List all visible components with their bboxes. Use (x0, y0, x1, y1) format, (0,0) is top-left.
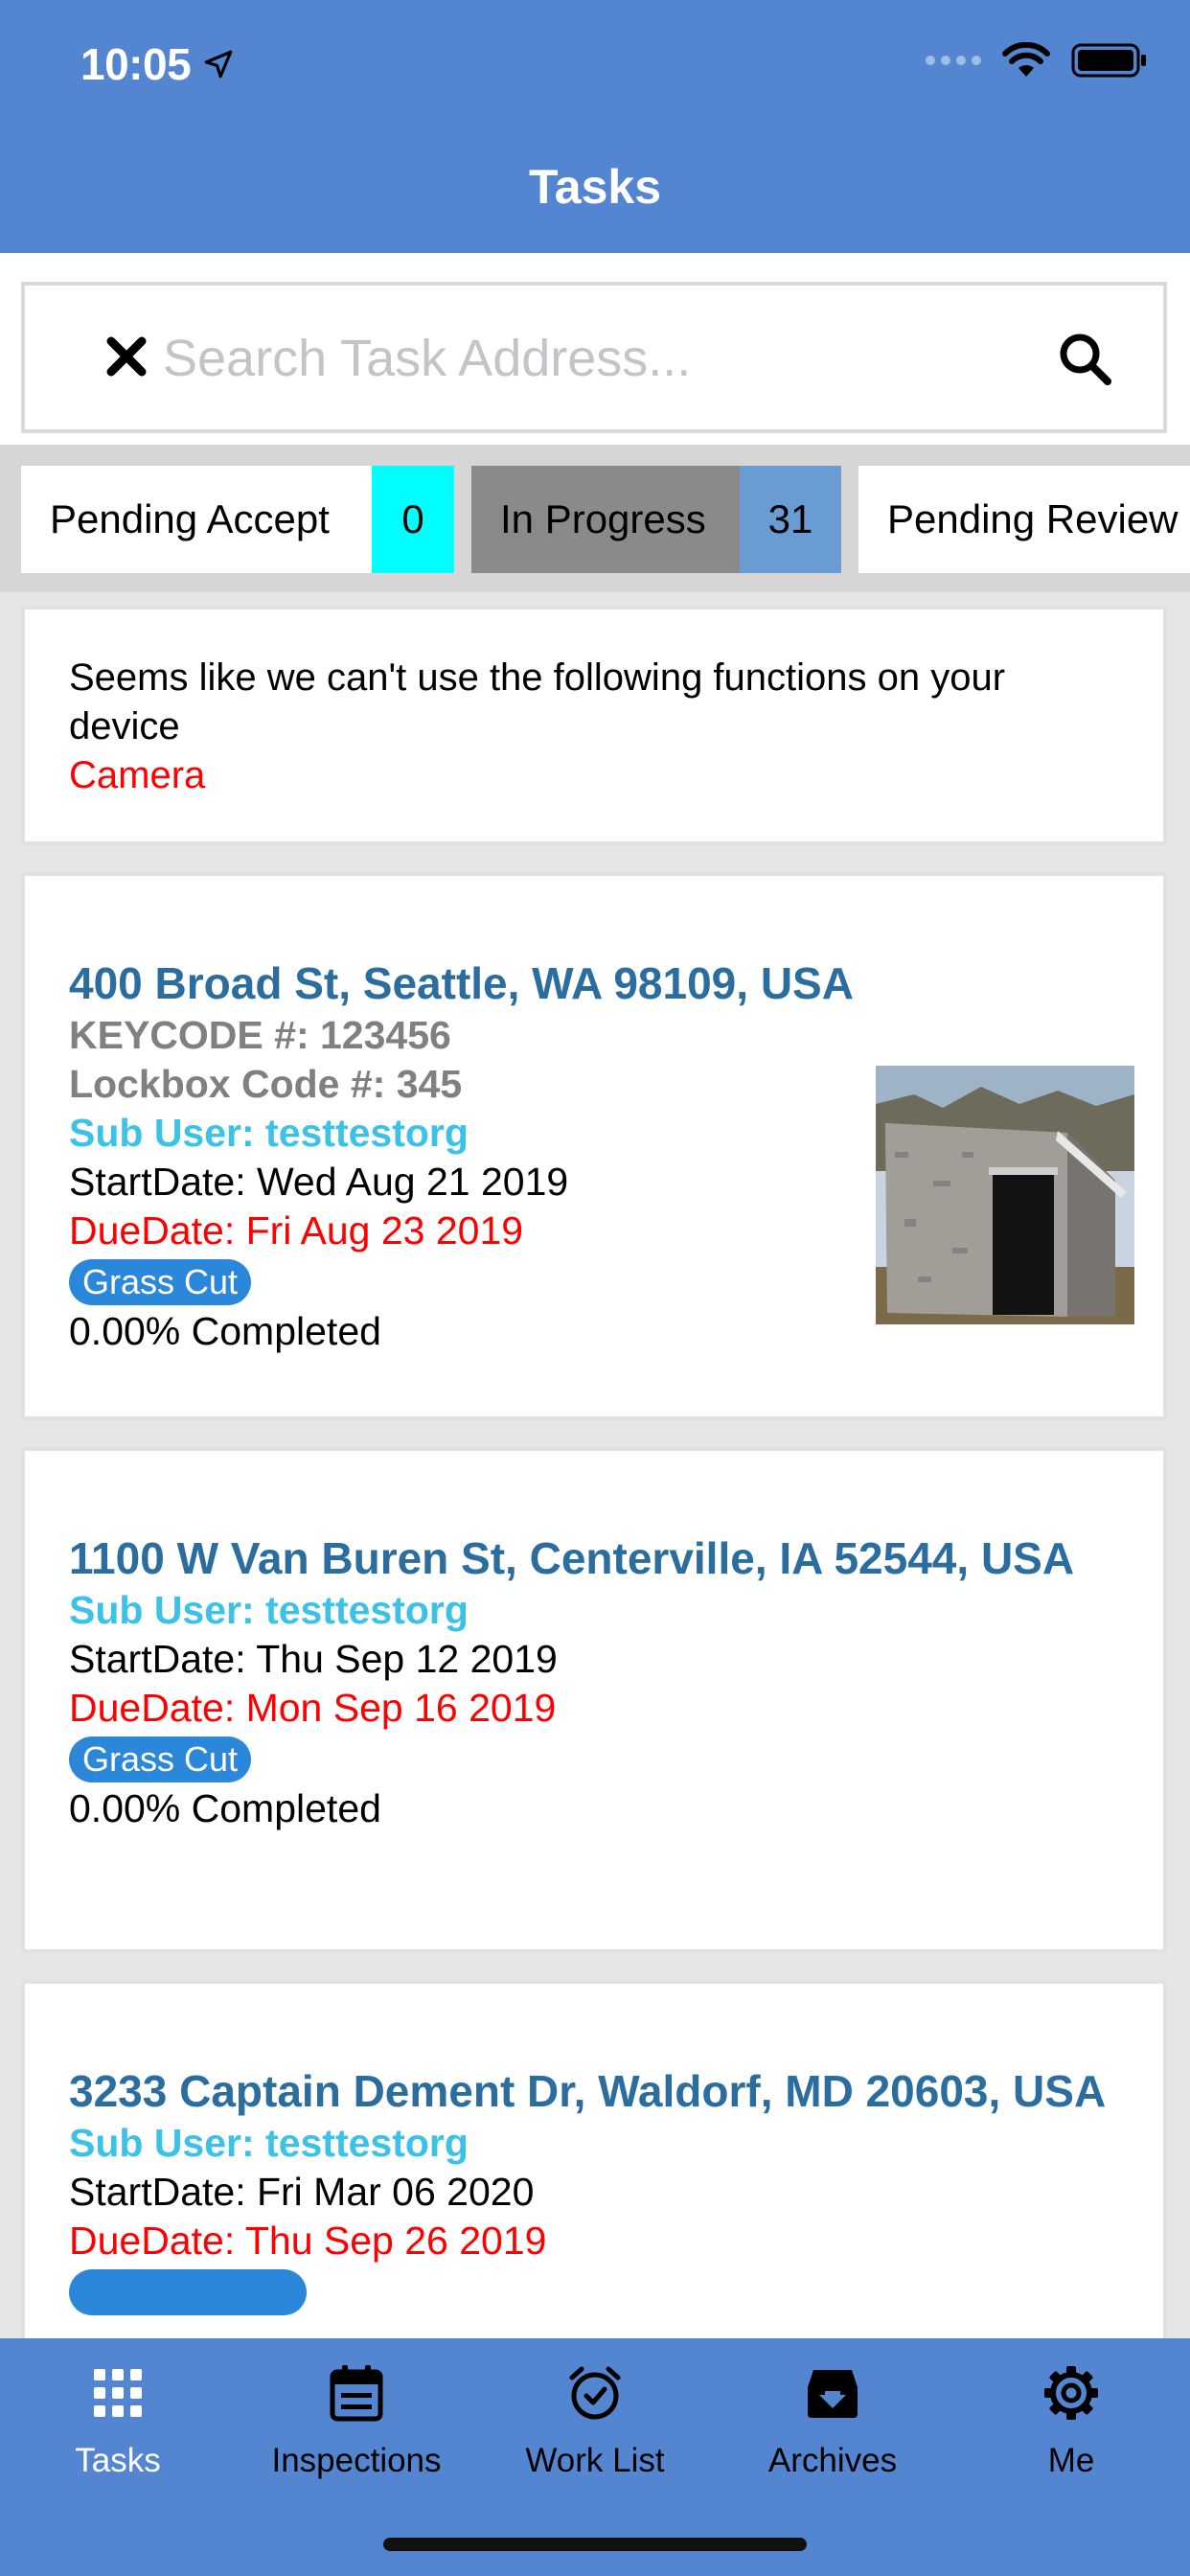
task-photo-thumbnail[interactable] (876, 1066, 1134, 1324)
search-button[interactable] (1054, 328, 1115, 389)
task-card[interactable]: 400 Broad St, Seattle, WA 98109, USA KEY… (21, 872, 1167, 1420)
task-sub-user: Sub User: testtestorg (69, 2121, 469, 2165)
tab-pending-accept[interactable]: Pending Accept 0 (21, 466, 454, 573)
archive-box-icon (808, 2370, 858, 2418)
nav-tasks[interactable]: Tasks (3, 2359, 233, 2480)
nav-work-list[interactable]: Work List (480, 2359, 710, 2480)
status-time: 10:05 (80, 38, 235, 90)
status-indicators (926, 42, 1148, 79)
gear-icon (1044, 2366, 1098, 2420)
search-box (21, 282, 1167, 433)
nav-archives[interactable]: Archives (718, 2359, 948, 2480)
task-tag-badge: Grass Cut (69, 1259, 252, 1305)
task-sub-user: Sub User: testtestorg (69, 1588, 469, 1632)
task-tag-badge (69, 2269, 307, 2315)
nav-me[interactable]: Me (956, 2359, 1186, 2480)
tab-label: In Progress (500, 496, 706, 541)
location-arrow-icon (204, 50, 233, 79)
calendar-icon (330, 2365, 383, 2422)
task-address[interactable]: 400 Broad St, Seattle, WA 98109, USA (69, 956, 1119, 1011)
tab-label: Pending Review (887, 496, 1179, 541)
task-due-date: DueDate: Thu Sep 26 2019 (69, 2219, 547, 2263)
search-input[interactable] (163, 314, 1025, 402)
close-icon (106, 336, 147, 377)
task-keycode: KEYCODE #: 123456 (69, 1013, 451, 1057)
wifi-icon (1002, 42, 1050, 77)
clear-search-button[interactable] (100, 330, 153, 383)
tab-count-badge: 31 (740, 466, 841, 573)
task-progress: 0.00% Completed (69, 1786, 381, 1830)
search-icon (1060, 334, 1111, 385)
status-filter-tabs: Pending Accept 0 In Progress 31 Pending … (0, 445, 1190, 592)
task-due-date: DueDate: Mon Sep 16 2019 (69, 1686, 557, 1730)
nav-label: Archives (767, 2442, 898, 2479)
nav-label: Tasks (75, 2442, 161, 2479)
task-tag-badge: Grass Cut (69, 1736, 252, 1782)
task-card[interactable]: 1100 W Van Buren St, Centerville, IA 525… (21, 1447, 1167, 1953)
task-address[interactable]: 3233 Captain Dement Dr, Waldorf, MD 2060… (69, 2064, 1119, 2119)
home-indicator[interactable] (383, 2538, 807, 2551)
page-title: Tasks (528, 160, 662, 214)
nav-label: Me (1047, 2442, 1095, 2479)
notice-message: Seems like we can't use the following fu… (69, 656, 1006, 748)
shed-photo-image (876, 1066, 1134, 1324)
notice-unavailable-function: Camera (69, 754, 206, 796)
app-header: 10:05 Tasks (0, 0, 1190, 253)
alarm-clock-icon (569, 2366, 621, 2420)
device-capability-notice: Seems like we can't use the following fu… (21, 606, 1167, 845)
tab-in-progress[interactable]: In Progress 31 (471, 466, 841, 573)
nav-inspections[interactable]: Inspections (241, 2359, 471, 2480)
nav-label: Inspections (271, 2442, 442, 2479)
battery-icon (1071, 43, 1146, 78)
search-bar (0, 253, 1190, 445)
cellular-signal-icon (926, 56, 981, 65)
task-start-date: StartDate: Fri Mar 06 2020 (69, 2170, 535, 2214)
task-address[interactable]: 1100 W Van Buren St, Centerville, IA 525… (69, 1531, 1119, 1586)
tab-label: Pending Accept (50, 496, 330, 541)
status-time-text: 10:05 (80, 39, 192, 89)
grid-icon (94, 2369, 142, 2417)
nav-label: Work List (525, 2442, 665, 2479)
task-start-date: StartDate: Thu Sep 12 2019 (69, 1637, 558, 1681)
tab-pending-review[interactable]: Pending Review (858, 466, 1190, 573)
tab-count-badge: 0 (372, 466, 454, 573)
